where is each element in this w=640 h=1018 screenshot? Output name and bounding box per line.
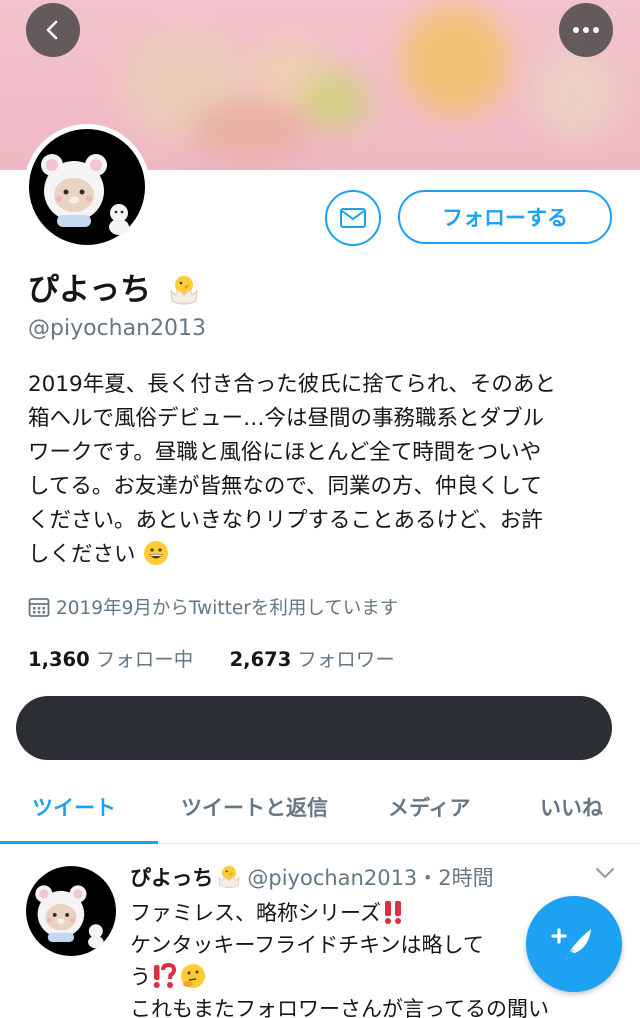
followers-link[interactable]: 2,673 フォロワー <box>230 648 395 671</box>
tweet-avatar[interactable] <box>26 866 116 956</box>
tweet-timestamp: ・2時間 <box>417 866 494 890</box>
follow-counts: 1,360 フォロー中 2,673 フォロワー <box>28 643 395 672</box>
followers-count: 2,673 <box>229 648 292 671</box>
following-link[interactable]: 1,360 フォロー中 <box>28 648 199 671</box>
tweet-author-handle[interactable]: @piyochan2013 <box>247 866 417 890</box>
chevron-down-icon[interactable] <box>594 866 616 880</box>
follow-button[interactable]: フォローする <box>398 190 612 244</box>
message-button[interactable] <box>325 190 381 246</box>
redaction-bar <box>16 696 612 760</box>
back-button[interactable] <box>26 3 80 57</box>
double-exclamation-emoji <box>384 901 401 924</box>
tweet-line: ケンタッキーフライドチキンは略して <box>130 933 484 957</box>
bio-line: ワークです。昼職と風俗にほとんど全て時間をついや <box>28 440 542 465</box>
tweet-header: ぴよっち @piyochan2013・2時間 <box>130 862 494 892</box>
tab-likes[interactable]: いいね <box>540 792 603 822</box>
bio-line: しください <box>28 542 136 567</box>
bio-line: してる。お友達が皆無なので、同業の方、仲良くして <box>28 474 542 499</box>
hatching-chick-emoji <box>170 275 198 304</box>
grinning-face-emoji <box>144 541 169 565</box>
tweet-line: う <box>130 965 151 989</box>
active-tab-indicator <box>0 841 158 844</box>
following-label: フォロー中 <box>95 648 194 671</box>
tweet-line: これもまたフォロワーさんが言ってるの聞い <box>130 997 549 1018</box>
followers-label: フォロワー <box>297 648 395 671</box>
bio-line: 2019年夏、長く付き合った彼氏に捨てられ、そのあと <box>28 372 556 397</box>
display-name-text: ぴよっち <box>28 272 152 308</box>
joined-date: 2019年9月からTwitterを利用しています <box>28 594 398 620</box>
tab-media[interactable]: メディア <box>388 792 471 822</box>
compose-tweet-icon <box>551 928 591 961</box>
compose-tweet-button[interactable] <box>526 896 622 992</box>
thinking-face-emoji <box>181 964 205 988</box>
mail-icon <box>340 208 366 228</box>
more-icon <box>573 27 599 33</box>
tweet-author-name[interactable]: ぴよっち <box>130 866 213 890</box>
bear-avatar-illustration <box>35 885 104 949</box>
profile-bio: 2019年夏、長く付き合った彼氏に捨てられ、そのあと 箱ヘルで風俗デビュー…今は… <box>28 368 618 572</box>
tab-tweets[interactable]: ツイート <box>32 792 116 822</box>
bio-line: ください。あといきなりリプすることあるけど、お許 <box>28 508 543 533</box>
bear-avatar-illustration <box>41 154 129 235</box>
profile-avatar[interactable] <box>24 124 150 250</box>
back-icon <box>46 20 58 40</box>
following-count: 1,360 <box>28 648 90 671</box>
profile-handle: @piyochan2013 <box>28 316 207 341</box>
hatching-chick-emoji <box>218 865 240 889</box>
tab-tweets-replies[interactable]: ツイートと返信 <box>181 792 328 822</box>
bio-line: 箱ヘルで風俗デビュー…今は昼間の事務職系とダブル <box>28 406 545 431</box>
tweet-text: ファミレス、略称シリーズ ケンタッキーフライドチキンは略して う これもまたフォ… <box>130 897 549 1018</box>
joined-text: 2019年9月からTwitterを利用しています <box>56 598 399 619</box>
calendar-icon <box>28 598 50 617</box>
tweet-line: ファミレス、略称シリーズ <box>130 901 381 925</box>
exclamation-question-emoji <box>153 963 177 988</box>
more-options-button[interactable] <box>559 3 613 57</box>
profile-display-name: ぴよっち <box>28 264 202 309</box>
profile-tabs: ツイート ツイートと返信 メディア いいね <box>0 784 640 844</box>
